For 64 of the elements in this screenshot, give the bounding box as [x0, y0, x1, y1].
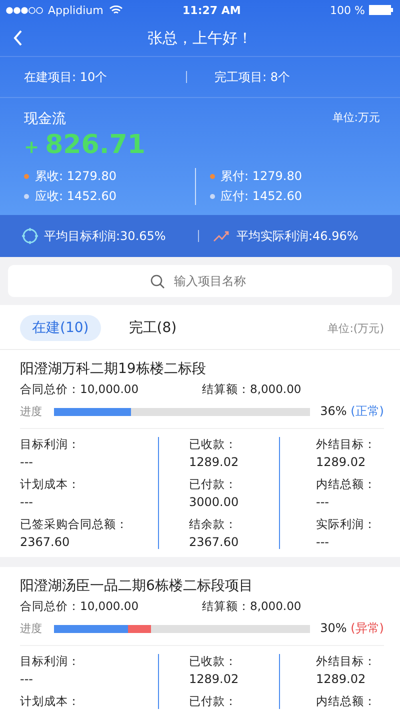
field-value: 2367.60: [189, 535, 240, 549]
tab[interactable]: 在建(10): [20, 315, 101, 341]
field-value: ---: [316, 535, 330, 549]
nav-title: 张总，上午好！: [148, 28, 252, 48]
field-label: 已付款：: [189, 694, 238, 709]
cash-figure: 应收: 1452.60: [35, 188, 116, 205]
field-value: 1289.02: [316, 455, 367, 469]
field-label: 实际利润：: [316, 517, 376, 532]
signal-icon: [6, 6, 44, 14]
field-value: 1289.02: [189, 455, 240, 469]
target-icon: [22, 228, 38, 244]
tab[interactable]: 完工(8): [116, 315, 189, 341]
field-label: 结余款：: [189, 517, 238, 532]
field-label: 已收款：: [189, 437, 238, 452]
unit-label: 单位:万元: [332, 110, 380, 126]
progress-label: 进度: [20, 621, 43, 636]
progress-status: 36% (正常): [320, 403, 384, 420]
field-value: ---: [20, 672, 34, 686]
field-value: ---: [316, 495, 330, 509]
battery-percent: 100 %: [330, 4, 365, 16]
project-count: 在建项目: 10个: [24, 68, 108, 86]
back-icon[interactable]: [13, 30, 23, 46]
field-label: 目标利润：: [20, 654, 81, 669]
cash-figure: 累付: 1279.80: [220, 168, 302, 185]
cash-flow-title: 现金流: [24, 110, 66, 128]
project-name: 阳澄湖汤臣一品二期6栋楼二标段项目: [20, 577, 254, 595]
field-value: ---: [20, 495, 34, 509]
field-label: 已付款：: [189, 477, 238, 492]
field-label: 已签采购合同总额：: [20, 517, 129, 532]
battery-icon: [369, 5, 394, 15]
field-value: 1289.02: [189, 672, 240, 686]
project-name: 阳澄湖万科二期19栋楼二标段: [20, 360, 207, 378]
field-label: 外结目标：: [316, 654, 376, 669]
field-label: 计划成本：: [20, 694, 81, 709]
field-value: 2367.60: [20, 535, 71, 549]
cash-amount: 826.71: [45, 130, 146, 160]
cash-figure: 累收: 1279.80: [35, 168, 116, 185]
settlement-amount: 结算额：8,000.00: [202, 382, 302, 397]
field-label: 内结总额：: [316, 694, 376, 709]
field-label: 外结目标：: [316, 437, 376, 452]
cash-figure: 应付: 1452.60: [220, 188, 302, 205]
profit-rate: 平均实际利润:46.96%: [236, 228, 358, 244]
amount-sign: +: [24, 137, 40, 158]
field-value: 3000.00: [189, 495, 240, 509]
profit-rate: 平均目标利润:30.65%: [44, 228, 166, 244]
field-value: ---: [20, 455, 34, 469]
field-label: 目标利润：: [20, 437, 81, 452]
contract-price: 合同总价：10,000.00: [20, 382, 140, 397]
field-label: 已收款：: [189, 654, 238, 669]
progress-status: 30% (异常): [320, 620, 384, 637]
search-field[interactable]: 输入项目名称: [8, 265, 392, 297]
trend-icon: [212, 230, 230, 242]
field-label: 内结总额：: [316, 477, 376, 492]
progress-label: 进度: [20, 404, 43, 419]
carrier-name: Applidium: [48, 4, 104, 16]
project-count: 完工项目: 8个: [214, 68, 291, 86]
field-label: 计划成本：: [20, 477, 81, 492]
settlement-amount: 结算额：8,000.00: [202, 599, 302, 614]
search-icon: [150, 274, 165, 289]
wifi-icon: [109, 5, 124, 15]
field-value: 1289.02: [316, 672, 367, 686]
contract-price: 合同总价：10,000.00: [20, 599, 140, 614]
unit-label: 单位:(万元): [328, 320, 384, 336]
clock: 11:27 AM: [182, 4, 242, 16]
